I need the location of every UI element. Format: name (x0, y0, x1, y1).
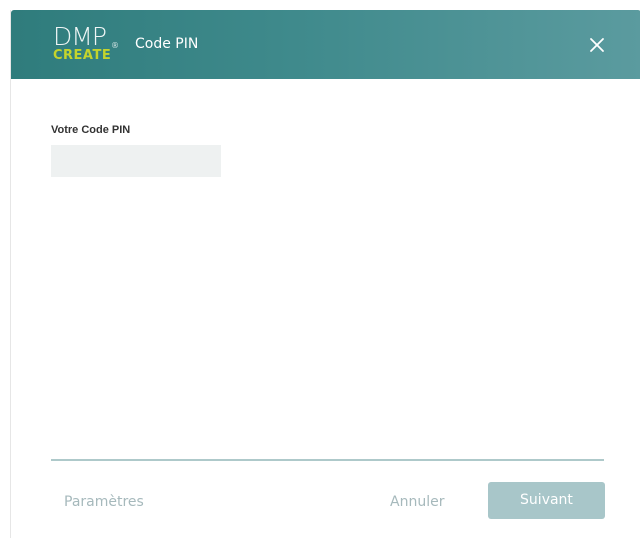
logo-registered-mark: ® (111, 41, 119, 50)
pin-field-label: Votre Code PIN (51, 124, 131, 136)
footer-divider (51, 459, 604, 461)
logo-dmp-text: DMP (53, 22, 107, 51)
settings-link[interactable]: Paramètres (64, 492, 144, 512)
cancel-button[interactable]: Annuler (390, 492, 444, 512)
dialog-body: Votre Code PIN Paramètres Annuler Suivan… (11, 79, 640, 538)
dialog-title: Code PIN (135, 36, 199, 52)
logo-create-text: CREATE (53, 48, 112, 63)
pin-input[interactable] (51, 145, 221, 177)
dialog-header: DMP ® CREATE Code PIN (11, 10, 640, 79)
dmp-create-logo: DMP ® CREATE (53, 23, 119, 67)
next-button[interactable]: Suivant (488, 482, 605, 519)
pin-dialog: DMP ® CREATE Code PIN Votre Code PIN Par… (10, 10, 640, 538)
close-icon[interactable] (584, 32, 610, 58)
